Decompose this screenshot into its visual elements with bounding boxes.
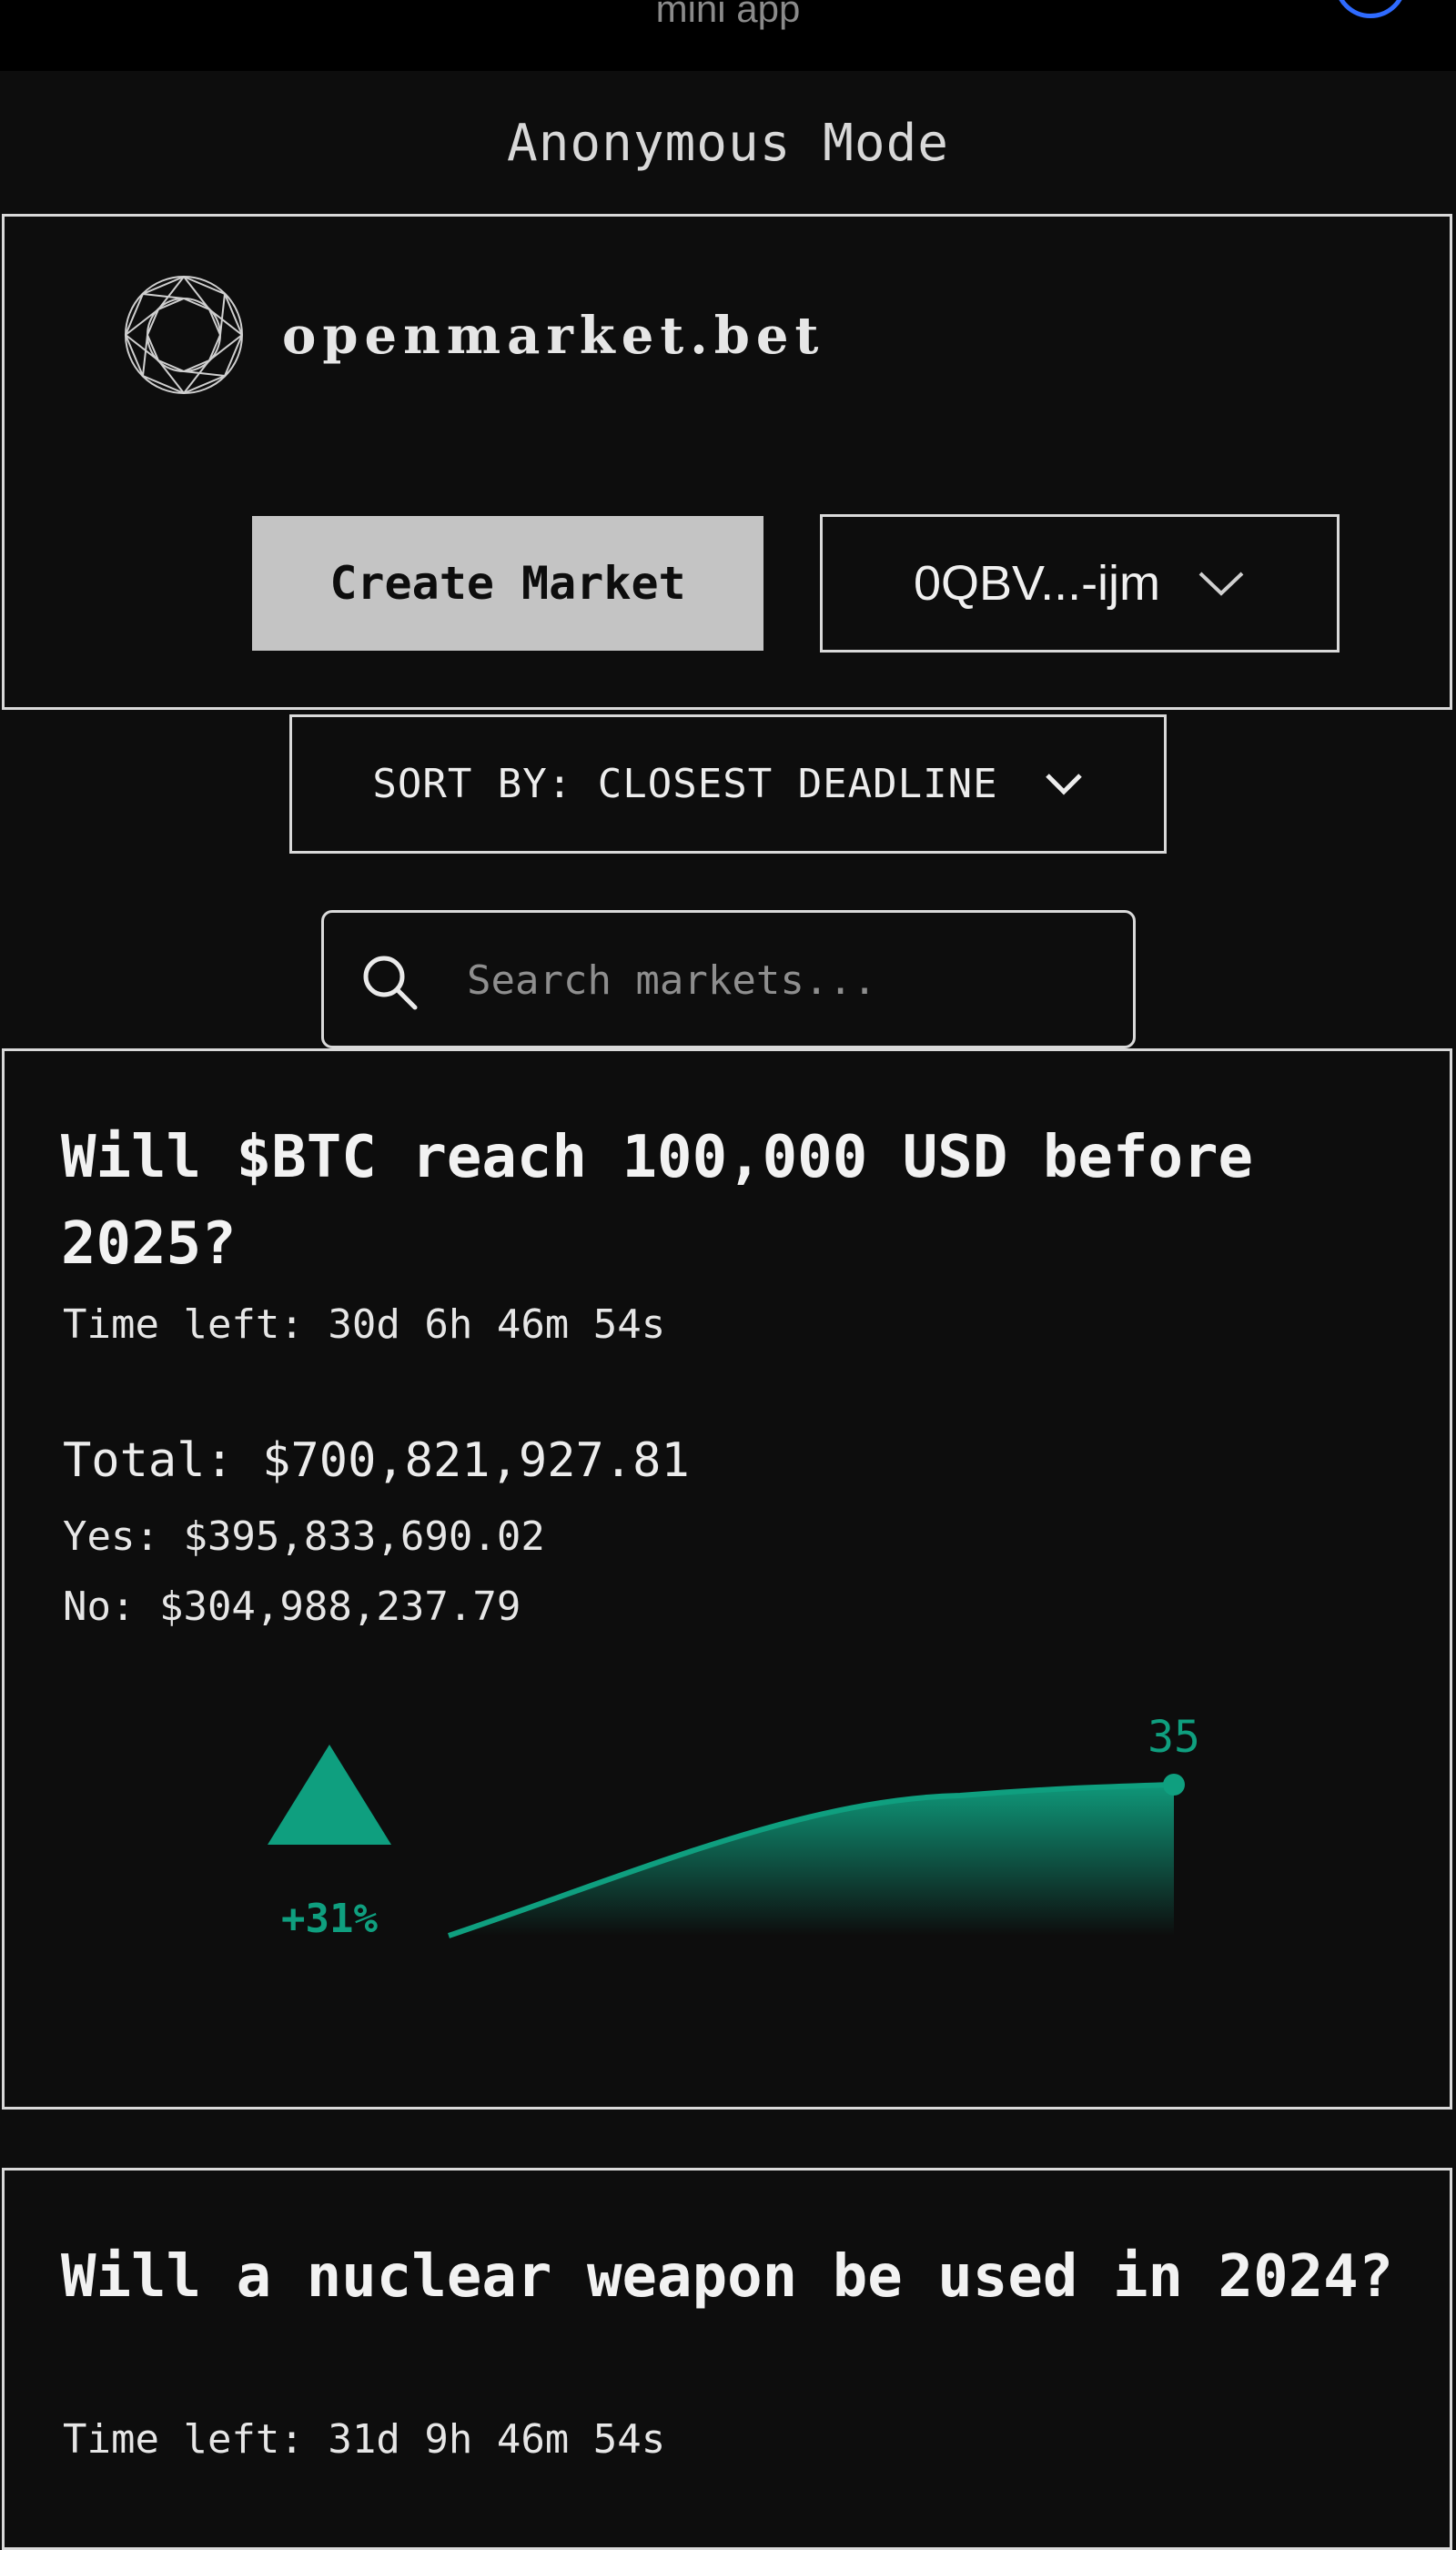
market-question[interactable]: Will a nuclear weapon be used in 2024? [61, 2234, 1408, 2321]
diamond-logo-icon [124, 275, 244, 395]
change-percent: +31% [281, 1896, 378, 1942]
market-card[interactable]: Will a nuclear weapon be used in 2024? T… [2, 2168, 1452, 2550]
time-left: Time left: 31d 9h 46m 54s [63, 2416, 666, 2463]
sort-label: SORT BY: CLOSEST DEADLINE [372, 761, 998, 807]
wallet-dropdown[interactable]: 0QBV...-ijm [820, 514, 1340, 653]
wallet-address: 0QBV...-ijm [913, 556, 1161, 611]
market-trend-chart: +31% 35 [268, 1712, 1200, 1942]
sort-dropdown[interactable]: SORT BY: CLOSEST DEADLINE [289, 714, 1167, 854]
brand-name: openmarket.bet [282, 306, 825, 366]
trend-endpoint [1163, 1774, 1185, 1796]
search-box[interactable] [321, 910, 1136, 1048]
create-market-button[interactable]: Create Market [252, 516, 763, 651]
search-input[interactable] [465, 947, 1106, 1013]
current-value: 35 [1148, 1712, 1200, 1763]
mini-app-label: mini app [655, 0, 801, 30]
status-bar: mini app [0, 0, 1456, 71]
trend-area [449, 1785, 1174, 1936]
chevron-down-icon [1045, 773, 1082, 795]
up-triangle-icon [268, 1745, 391, 1845]
market-card[interactable]: Will $BTC reach 100,000 USD before 2025?… [2, 1048, 1452, 2110]
search-icon [363, 956, 418, 1010]
anonymous-mode-banner: Anonymous Mode [506, 113, 949, 173]
chevron-down-icon [1198, 572, 1244, 596]
